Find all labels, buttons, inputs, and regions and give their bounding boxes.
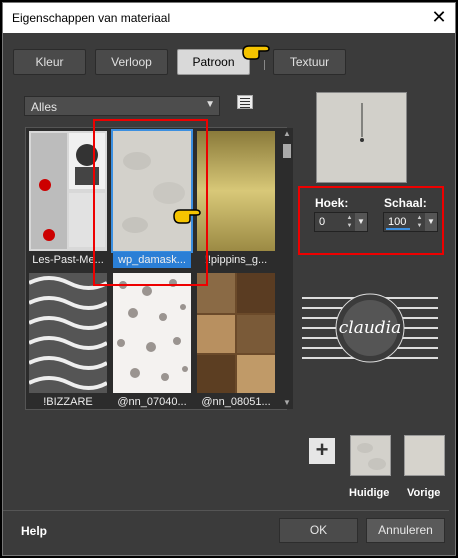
add-icon[interactable]: +	[309, 438, 335, 464]
scroll-up-icon[interactable]: ▲	[281, 128, 293, 140]
pattern-thumbnail	[197, 273, 275, 393]
close-icon[interactable]: ✕	[429, 7, 449, 27]
ok-button[interactable]: OK	[279, 518, 358, 543]
scale-input[interactable]: 100 ▲ ▼ ▼	[383, 212, 438, 232]
chevron-down-icon[interactable]: ▼	[355, 213, 367, 231]
tab-separator	[264, 60, 265, 70]
spinner-icon[interactable]: ▲ ▼	[345, 214, 354, 230]
spinner-icon[interactable]: ▲ ▼	[415, 214, 424, 230]
scale-progress	[386, 228, 410, 230]
tab-textuur[interactable]: Textuur	[273, 49, 346, 75]
pattern-name: !BIZZARE	[43, 396, 93, 408]
angle-label: Hoek:	[315, 196, 349, 210]
tab-verloop[interactable]: Verloop	[95, 49, 168, 75]
watermark-logo: claudia	[302, 293, 438, 363]
list-view-icon[interactable]	[237, 95, 253, 109]
previous-label: Vorige	[407, 487, 441, 499]
pointing-hand-icon	[242, 45, 270, 60]
window-title: Eigenschappen van materiaal	[12, 11, 171, 25]
highlight-frame	[93, 119, 208, 286]
angle-value: 0	[319, 216, 326, 228]
chevron-down-icon: ▼	[205, 99, 215, 110]
watermark-text: claudia	[339, 318, 402, 338]
previous-swatch[interactable]	[404, 435, 445, 476]
category-select[interactable]: Alles ▼	[24, 96, 220, 116]
scale-label: Schaal:	[384, 196, 427, 210]
pattern-name: !!pippins_g...	[204, 254, 268, 266]
pattern-thumbnail	[113, 273, 191, 393]
scrollbar-thumb[interactable]	[283, 144, 291, 158]
gallery-scrollbar[interactable]: ▲ ▼	[281, 128, 293, 409]
scale-value: 100	[388, 216, 407, 228]
help-button[interactable]: Help	[21, 524, 47, 538]
rotation-indicator[interactable]	[317, 93, 406, 182]
scroll-down-icon[interactable]: ▼	[281, 397, 293, 409]
current-label: Huidige	[349, 487, 390, 499]
cancel-button[interactable]: Annuleren	[366, 518, 445, 543]
category-select-value: Alles	[31, 100, 58, 114]
pattern-thumbnail	[197, 131, 275, 251]
pattern-thumbnail	[29, 273, 107, 393]
pattern-preview	[316, 92, 407, 183]
angle-input[interactable]: 0 ▲ ▼ ▼	[314, 212, 368, 232]
footer-divider	[3, 510, 449, 511]
chevron-down-icon[interactable]: ▼	[425, 213, 437, 231]
pattern-name: @nn_07040...	[117, 396, 187, 408]
tab-kleur[interactable]: Kleur	[13, 49, 86, 75]
pattern-name: @nn_08051...	[201, 396, 271, 408]
pointing-hand-icon	[173, 209, 201, 224]
tab-patroon[interactable]: Patroon	[177, 49, 250, 75]
title-bar: Eigenschappen van materiaal ✕	[3, 3, 455, 33]
current-swatch[interactable]	[350, 435, 391, 476]
